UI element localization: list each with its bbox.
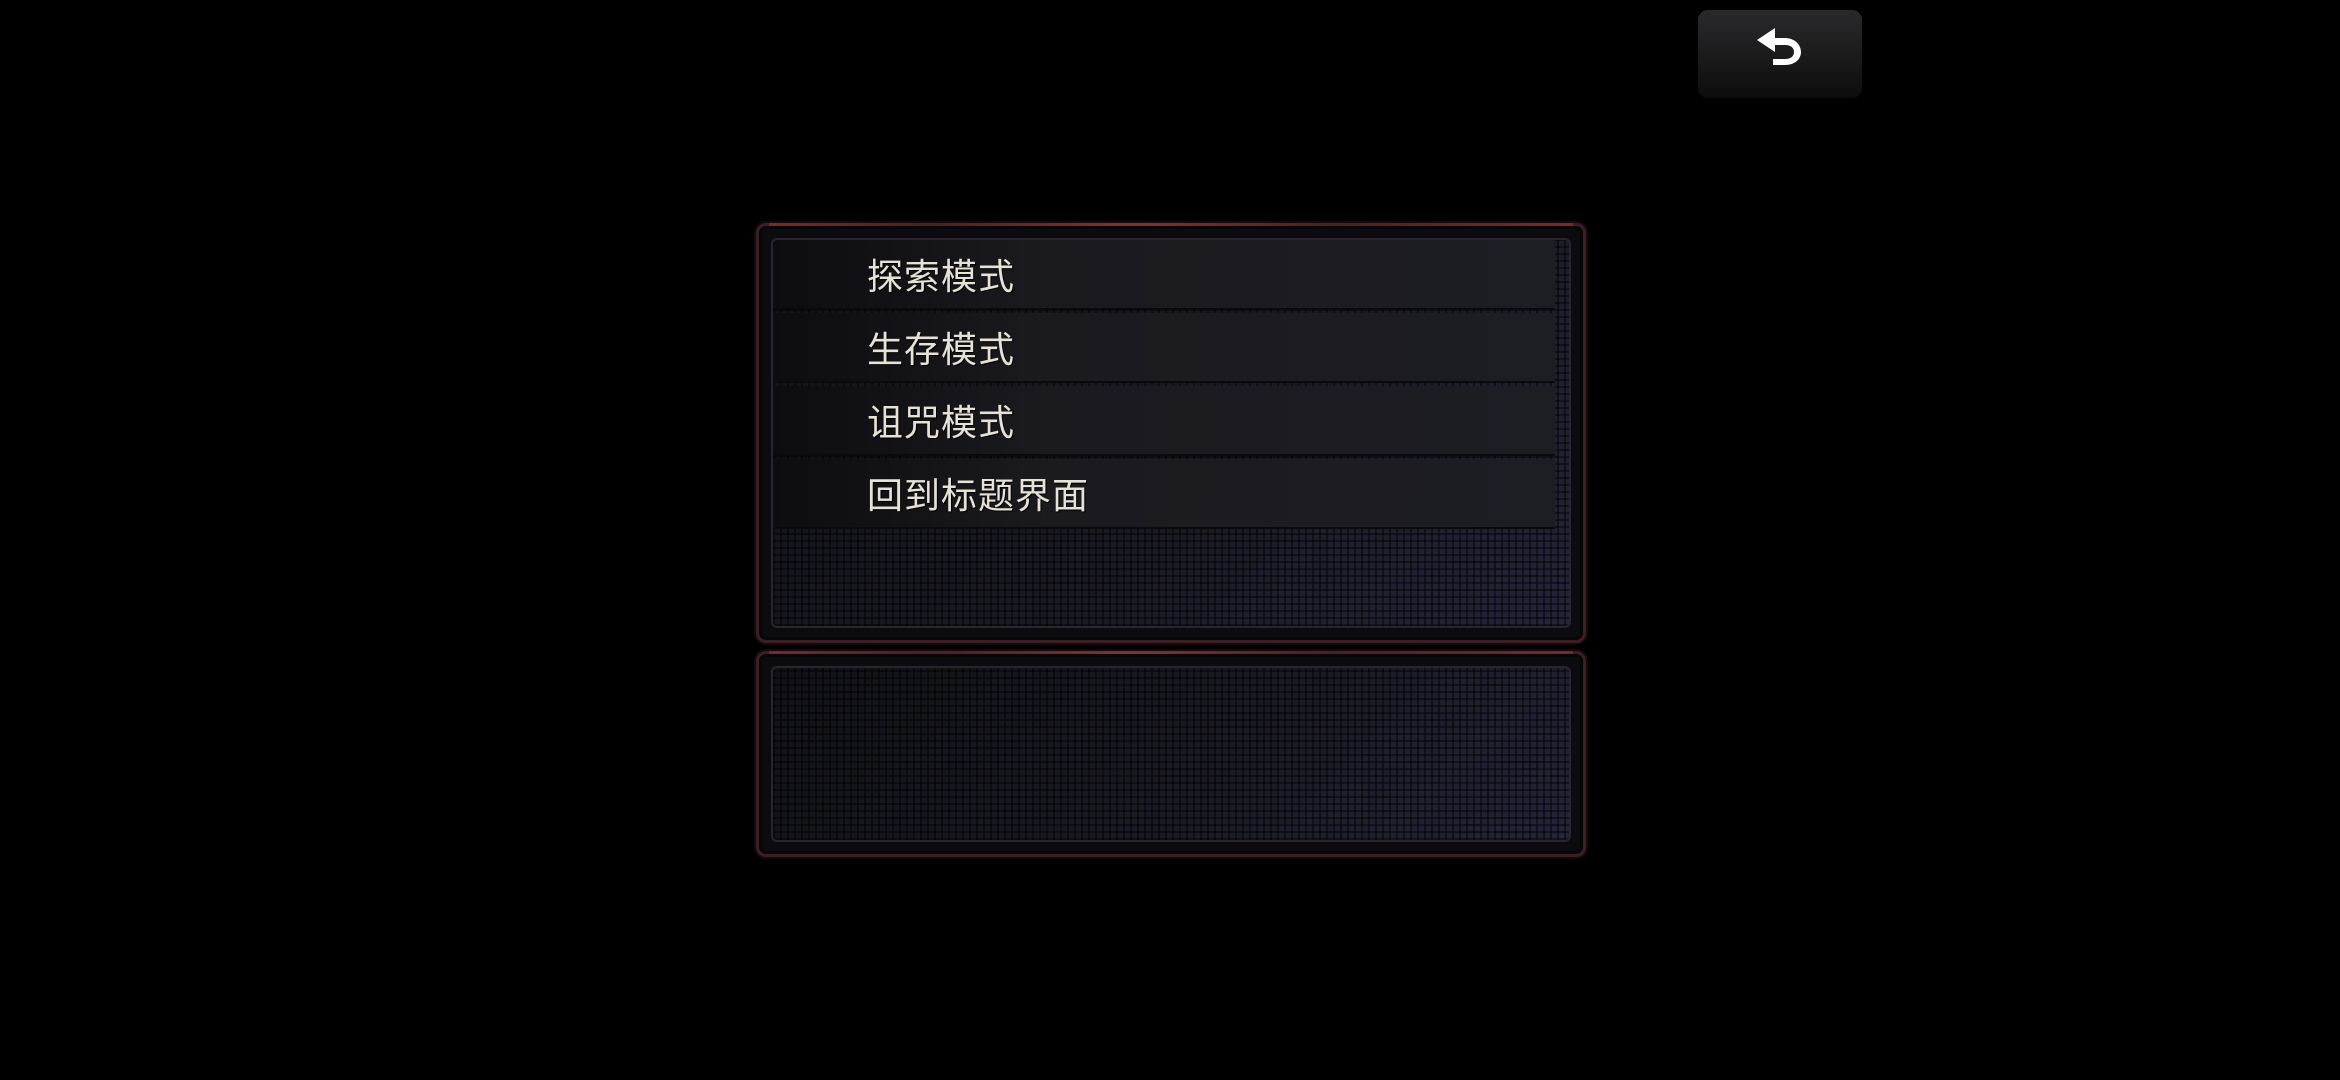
menu-item-curse-mode[interactable]: 诅咒模式 — [773, 386, 1555, 456]
menu-item-label: 回到标题界面 — [867, 476, 1090, 517]
menu-item-return-to-title[interactable]: 回到标题界面 — [773, 459, 1555, 529]
mode-menu-list: 探索模式 生存模式 诅咒模式 回到标题界面 — [773, 240, 1569, 532]
menu-item-survival-mode[interactable]: 生存模式 — [773, 313, 1555, 383]
description-panel — [756, 651, 1586, 857]
game-pause-screen: 探索模式 生存模式 诅咒模式 回到标题界面 — [0, 0, 2340, 1080]
menu-item-exploration-mode[interactable]: 探索模式 — [773, 240, 1555, 310]
undo-arrow-icon — [1753, 28, 1807, 70]
description-inner — [771, 666, 1571, 842]
menu-item-label: 探索模式 — [867, 257, 1016, 298]
mode-menu-inner: 探索模式 生存模式 诅咒模式 回到标题界面 — [771, 238, 1571, 628]
menu-item-label: 诅咒模式 — [867, 403, 1016, 444]
back-button[interactable] — [1698, 10, 1862, 98]
menu-item-label: 生存模式 — [867, 330, 1016, 371]
mode-menu-panel: 探索模式 生存模式 诅咒模式 回到标题界面 — [756, 223, 1586, 643]
